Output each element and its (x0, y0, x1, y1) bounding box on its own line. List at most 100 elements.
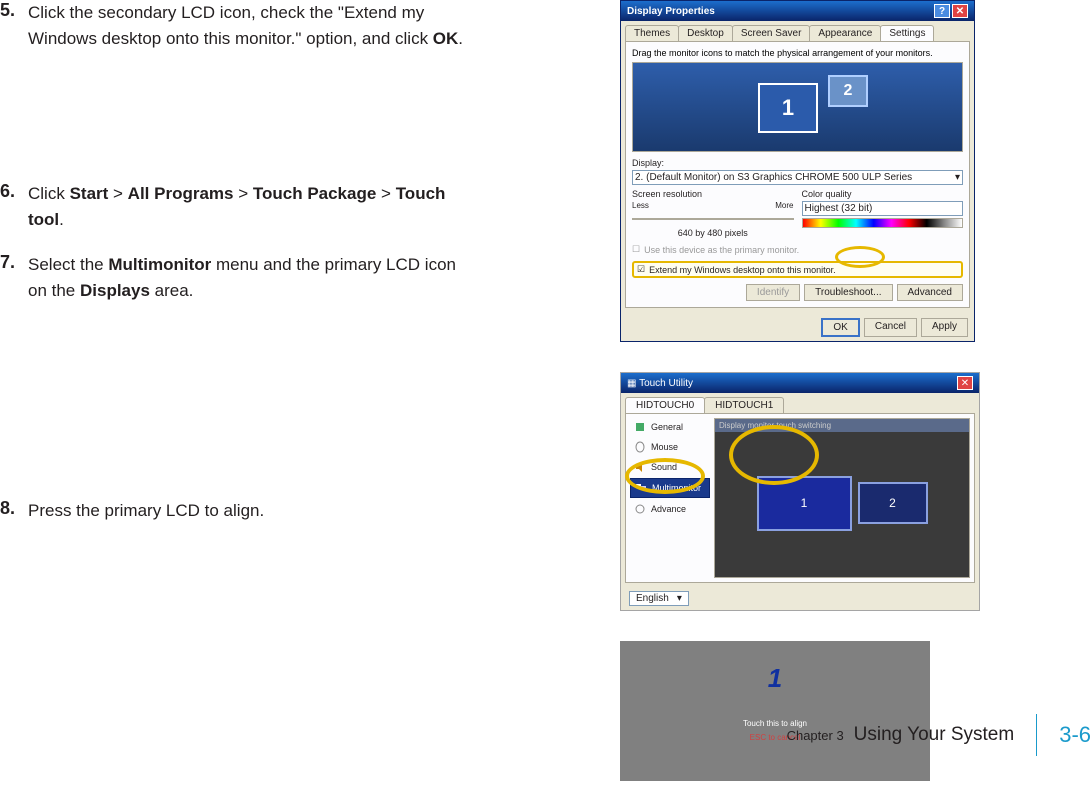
step-5: 5. Click the secondary LCD icon, check t… (0, 0, 520, 51)
tab-appearance[interactable]: Appearance (809, 25, 881, 41)
dialog-title: ▦ Touch Utility (627, 378, 693, 389)
tab-screensaver[interactable]: Screen Saver (732, 25, 811, 41)
sidebar-item-mouse[interactable]: Mouse (630, 438, 710, 456)
step-7: 7. Select the Multimonitor menu and the … (0, 252, 520, 303)
instruction-steps: 5. Click the secondary LCD icon, check t… (0, 0, 520, 544)
language-select[interactable]: English ▾ (629, 591, 689, 606)
troubleshoot-button[interactable]: Troubleshoot... (804, 284, 892, 301)
step6-touchpackage: Touch Package (253, 184, 376, 203)
dialog-title: Display Properties (627, 6, 715, 17)
color-bar (802, 218, 964, 228)
dialog-body: General Mouse Sound (625, 413, 975, 583)
touch-utility-dialog: ▦ Touch Utility ✕ HIDTOUCH0 HIDTOUCH1 Ge… (620, 372, 980, 611)
step6-allprograms: All Programs (128, 184, 234, 203)
resolution-group: Screen resolution Less More 640 by 480 p… (632, 189, 794, 238)
sidebar-item-advance[interactable]: Advance (630, 500, 710, 518)
step-6: 6. Click Start > All Programs > Touch Pa… (0, 181, 520, 232)
tab-hidtouch1[interactable]: HIDTOUCH1 (704, 397, 784, 413)
color-quality-select[interactable]: Highest (32 bit) (802, 201, 964, 216)
step-text: Select the Multimonitor menu and the pri… (28, 252, 468, 303)
display-select[interactable]: 2. (Default Monitor) on S3 Graphics CHRO… (632, 170, 963, 185)
screenshot-column: Display Properties ? ✕ Themes Desktop Sc… (620, 0, 980, 781)
sidebar-item-multimonitor[interactable]: Multimonitor (630, 478, 710, 498)
color-quality-value: Highest (32 bit) (805, 203, 873, 214)
chevron-down-icon: ▾ (677, 593, 682, 604)
step-number: 6. (0, 181, 28, 202)
extend-desktop-checkbox[interactable]: ☑ Extend my Windows desktop onto this mo… (632, 261, 963, 278)
step5-ok: OK (433, 29, 459, 48)
step6-text-a: Click (28, 184, 70, 203)
color-quality-label: Color quality (802, 189, 964, 199)
align-screen[interactable]: 1 Touch this to align ESC to cancel (620, 641, 930, 781)
display-label: Display: (632, 158, 963, 168)
sep: > (108, 184, 127, 203)
sep: > (376, 184, 395, 203)
cancel-button[interactable]: Cancel (864, 318, 917, 337)
close-button[interactable]: ✕ (957, 376, 973, 390)
displays-heading: Display monitor touch switching (715, 419, 969, 432)
tab-themes[interactable]: Themes (625, 25, 679, 41)
displays-area: Display monitor touch switching 1 2 (714, 418, 970, 578)
step7-displays: Displays (80, 281, 150, 300)
checkbox-icon: ☑ (637, 264, 645, 275)
sidebar-item-general[interactable]: General (630, 418, 710, 436)
display-properties-wrap: Display Properties ? ✕ Themes Desktop Sc… (620, 0, 980, 342)
extend-desktop-label: Extend my Windows desktop onto this moni… (649, 265, 836, 275)
advanced-button[interactable]: Advanced (897, 284, 963, 301)
step-8: 8. Press the primary LCD to align. (0, 498, 520, 524)
align-number: 1 (620, 663, 930, 694)
resolution-slider[interactable] (632, 214, 794, 224)
step7-text-a: Select the (28, 255, 108, 274)
resolution-value: 640 by 480 pixels (632, 228, 794, 238)
display-2-icon[interactable]: 2 (858, 482, 928, 524)
monitor-1-icon[interactable]: 1 (758, 83, 818, 133)
step-number: 5. (0, 0, 28, 21)
page-footer: Chapter 3 Using Your System 3-6 (787, 714, 1091, 756)
tab-settings[interactable]: Settings (880, 25, 934, 41)
chapter-title: Using Your System (854, 724, 1015, 746)
step-number: 8. (0, 498, 28, 519)
tab-hidtouch0[interactable]: HIDTOUCH0 (625, 397, 705, 413)
primary-monitor-checkbox[interactable]: ☐ Use this device as the primary monitor… (632, 244, 963, 255)
sidebar-label: Mouse (651, 442, 678, 452)
sound-icon (633, 460, 647, 474)
sidebar-label: Multimonitor (652, 483, 701, 493)
dialog-titlebar: ▦ Touch Utility ✕ (621, 373, 979, 393)
language-value: English (636, 593, 669, 604)
dialog-titlebar: Display Properties ? ✕ (621, 1, 974, 21)
tabs: Themes Desktop Screen Saver Appearance S… (621, 21, 974, 41)
display-properties-dialog: Display Properties ? ✕ Themes Desktop Sc… (620, 0, 975, 342)
resolution-label: Screen resolution (632, 189, 794, 199)
identify-button[interactable]: Identify (746, 284, 800, 301)
monitor-arrangement[interactable]: 1 2 (632, 62, 963, 152)
checkbox-icon: ☐ (632, 244, 640, 255)
sidebar-item-sound[interactable]: Sound (630, 458, 710, 476)
primary-monitor-label: Use this device as the primary monitor. (644, 245, 799, 255)
ok-button[interactable]: OK (821, 318, 859, 337)
close-button[interactable]: ✕ (952, 4, 968, 18)
color-quality-group: Color quality Highest (32 bit) (802, 189, 964, 238)
app-icon: ▦ (627, 378, 636, 389)
sidebar-label: Advance (651, 504, 686, 514)
tab-desktop[interactable]: Desktop (678, 25, 733, 41)
step-number: 7. (0, 252, 28, 273)
page-number: 3-6 (1059, 722, 1091, 748)
step7-text-c: area. (150, 281, 193, 300)
help-button[interactable]: ? (934, 4, 950, 18)
display-1-icon[interactable]: 1 (757, 476, 852, 531)
display-select-value: 2. (Default Monitor) on S3 Graphics CHRO… (635, 172, 912, 183)
step7-multimonitor: Multimonitor (108, 255, 211, 274)
sidebar: General Mouse Sound (630, 418, 710, 578)
hint-text: Drag the monitor icons to match the phys… (632, 48, 963, 58)
step-text: Press the primary LCD to align. (28, 498, 264, 524)
more-label: More (775, 201, 793, 210)
less-label: Less (632, 201, 649, 210)
apply-button[interactable]: Apply (921, 318, 968, 337)
gear-icon (633, 420, 647, 434)
monitor-2-icon[interactable]: 2 (828, 75, 868, 107)
multimonitor-icon (634, 481, 648, 495)
tabs: HIDTOUCH0 HIDTOUCH1 (621, 393, 979, 413)
step-text: Click the secondary LCD icon, check the … (28, 0, 468, 51)
dialog-body: Drag the monitor icons to match the phys… (625, 41, 970, 308)
sidebar-label: General (651, 422, 683, 432)
